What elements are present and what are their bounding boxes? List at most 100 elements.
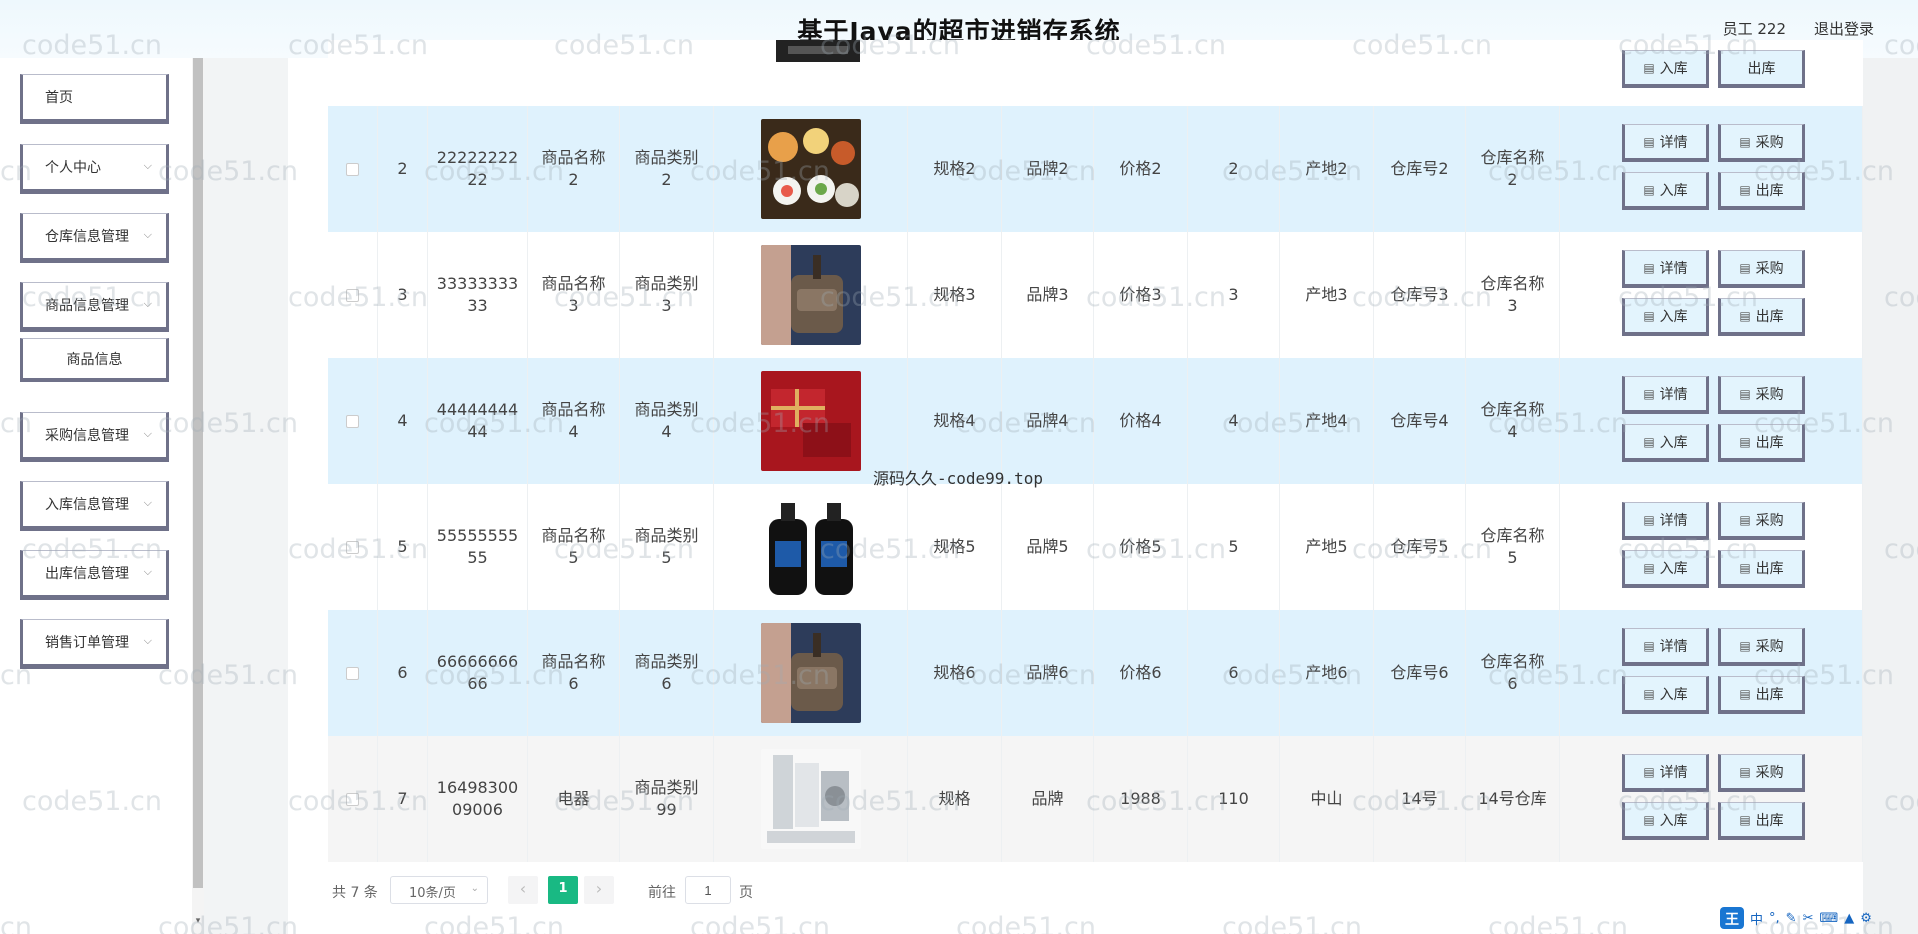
table-cell <box>714 106 908 232</box>
table-cell <box>1560 484 1863 610</box>
document-icon: ▤ <box>1643 434 1655 449</box>
spec-cell: 规格5 <box>933 537 976 556</box>
scroll-down-arrow-icon[interactable]: ▾ <box>193 916 203 930</box>
sidebar-item-goods[interactable]: 商品信息管理 ⌵ <box>20 282 169 332</box>
next-page-button[interactable]: › <box>584 876 614 904</box>
sidebar-subitem-goods-info[interactable]: 商品信息 <box>20 338 169 382</box>
sidebar-item-warehouse[interactable]: 仓库信息管理 ⌵ <box>20 213 169 263</box>
stock-in-button[interactable]: ▤ 入库 <box>1622 424 1709 462</box>
table-cell: 价格4 <box>1094 358 1188 484</box>
quantity-cell: 110 <box>1218 789 1249 808</box>
warehouse-no-cell: 仓库号2 <box>1390 159 1449 178</box>
ime-toolbar[interactable]: 王 中 °, ✎ ✂ ⌨ ▲ ⚙ <box>1720 906 1918 930</box>
table-cell <box>328 232 378 358</box>
button-label: 详情 <box>1659 134 1688 151</box>
chevron-down-icon: ⌵ <box>143 159 152 172</box>
goto-page-input[interactable] <box>685 876 731 904</box>
row-checkbox[interactable] <box>346 288 359 302</box>
page-number-current[interactable]: 1 <box>548 876 578 904</box>
table-cell: 商品名称 4 <box>528 358 620 484</box>
stock-out-button[interactable]: ▤ 出库 <box>1718 298 1805 336</box>
table-row: 2 22222222 22 商品名称 2 商品类别 2 规格2 品牌2 价格2 2 产地2 仓库号2 仓库… <box>328 106 1863 232</box>
stock-out-button[interactable]: ▤ 出库 <box>1718 676 1805 714</box>
purchase-button[interactable]: ▤ 采购 <box>1718 250 1805 288</box>
quantity-cell: 5 <box>1228 537 1239 556</box>
purchase-button[interactable]: ▤ 采购 <box>1718 376 1805 414</box>
document-icon: ▤ <box>1643 764 1655 779</box>
detail-button[interactable]: ▤ 详情 <box>1622 754 1709 792</box>
sidebar-item-stock-out[interactable]: 出库信息管理 ⌵ <box>20 550 169 600</box>
row-checkbox[interactable] <box>346 666 359 680</box>
table-cell: 规格5 <box>908 484 1002 610</box>
chevron-down-icon: ⌵ <box>143 565 152 578</box>
sidebar-item-personal-center[interactable]: 个人中心 ⌵ <box>20 144 169 194</box>
ime-gear-icon[interactable]: ⚙ <box>1860 911 1872 926</box>
sidebar-item-purchase[interactable]: 采购信息管理 ⌵ <box>20 412 169 462</box>
purchase-button[interactable]: ▤ 采购 <box>1718 502 1805 540</box>
detail-button[interactable]: ▤ 详情 <box>1622 124 1709 162</box>
origin-cell: 产地2 <box>1305 159 1348 178</box>
row-checkbox[interactable] <box>346 792 359 806</box>
stock-in-button[interactable]: ▤ 入库 <box>1622 802 1709 840</box>
table-cell: 品牌3 <box>1002 232 1094 358</box>
row-checkbox[interactable] <box>346 540 359 554</box>
document-icon: ▤ <box>1739 686 1751 701</box>
ime-mode-label[interactable]: 中 <box>1750 909 1763 928</box>
cell-text: 商品类别 <box>634 526 699 545</box>
detail-button[interactable]: ▤ 详情 <box>1622 250 1709 288</box>
detail-button[interactable]: ▤ 详情 <box>1622 502 1709 540</box>
table-cell: 2 <box>1188 106 1280 232</box>
stock-out-button[interactable]: 出库 <box>1718 50 1805 88</box>
table-cell <box>1560 358 1863 484</box>
logout-link[interactable]: 退出登录 <box>1814 18 1874 39</box>
origin-cell: 产地6 <box>1305 663 1348 682</box>
brand-cell: 品牌 <box>1031 789 1064 808</box>
page-size-select[interactable]: 10条/页 ⌄ <box>390 876 488 904</box>
prev-page-button[interactable]: ‹ <box>508 876 538 904</box>
stock-in-button[interactable]: ▤ 入库 <box>1622 50 1709 88</box>
ime-scissors-icon[interactable]: ✂ <box>1803 911 1814 926</box>
document-icon: ▤ <box>1643 812 1655 827</box>
button-label: 入库 <box>1659 686 1688 703</box>
ime-punct-icon[interactable]: °, <box>1769 911 1780 926</box>
ime-shirt-icon[interactable]: ▲ <box>1844 911 1854 926</box>
table-cell: 仓库号2 <box>1374 106 1466 232</box>
table-cell: 44444444 44 <box>428 358 528 484</box>
stock-in-button[interactable]: ▤ 入库 <box>1622 676 1709 714</box>
cell-text: 3 <box>661 296 672 315</box>
purchase-button[interactable]: ▤ 采购 <box>1718 124 1805 162</box>
button-label: 详情 <box>1659 386 1688 403</box>
purchase-button[interactable]: ▤ 采购 <box>1718 628 1805 666</box>
stock-out-button[interactable]: ▤ 出库 <box>1718 550 1805 588</box>
row-index: 2 <box>397 159 408 178</box>
brand-cell: 品牌2 <box>1026 159 1069 178</box>
cell-text: 商品名称 <box>541 526 606 545</box>
table-cell <box>1560 736 1863 862</box>
sidebar-item-home[interactable]: 首页 <box>20 74 169 124</box>
purchase-button[interactable]: ▤ 采购 <box>1718 754 1805 792</box>
table-cell: 产地6 <box>1280 610 1374 736</box>
sidebar-scrollbar-thumb[interactable] <box>193 58 203 888</box>
row-checkbox[interactable] <box>346 414 359 428</box>
table-cell: 4 <box>1188 358 1280 484</box>
stock-in-button[interactable]: ▤ 入库 <box>1622 550 1709 588</box>
stock-out-button[interactable]: ▤ 出库 <box>1718 802 1805 840</box>
ime-keyboard-icon[interactable]: ⌨ <box>1819 911 1838 926</box>
cell-text: 6 <box>1507 674 1518 693</box>
price-cell: 1988 <box>1120 789 1161 808</box>
ime-pen-icon[interactable]: ✎ <box>1786 911 1797 926</box>
detail-button[interactable]: ▤ 详情 <box>1622 376 1709 414</box>
stock-in-button[interactable]: ▤ 入库 <box>1622 298 1709 336</box>
sidebar-item-sales-order[interactable]: 销售订单管理 ⌵ <box>20 619 169 669</box>
stock-out-button[interactable]: ▤ 出库 <box>1718 172 1805 210</box>
warehouse-no-cell: 仓库号6 <box>1390 663 1449 682</box>
table-cell: 5 <box>1188 484 1280 610</box>
stock-in-button[interactable]: ▤ 入库 <box>1622 172 1709 210</box>
table-cell: 产地5 <box>1280 484 1374 610</box>
stock-out-button[interactable]: ▤ 出库 <box>1718 424 1805 462</box>
row-checkbox[interactable] <box>346 162 359 176</box>
table-cell: 55555555 55 <box>428 484 528 610</box>
detail-button[interactable]: ▤ 详情 <box>1622 628 1709 666</box>
table-cell: 仓库名称 6 <box>1466 610 1560 736</box>
sidebar-item-stock-in[interactable]: 入库信息管理 ⌵ <box>20 481 169 531</box>
